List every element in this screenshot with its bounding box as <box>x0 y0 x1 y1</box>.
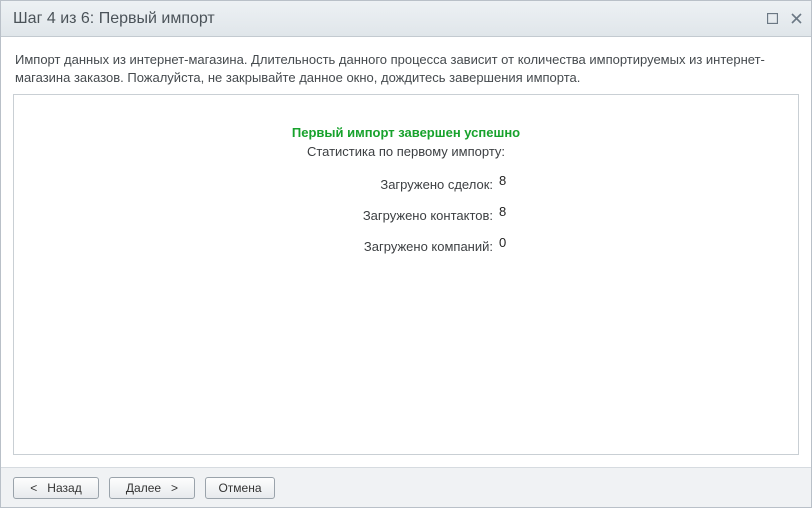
back-button[interactable]: < Назад <box>13 477 99 499</box>
stats-row-companies: Загружено компаний: 0 <box>273 239 539 254</box>
cancel-button[interactable]: Отмена <box>205 477 275 499</box>
content-panel: Первый импорт завершен успешно Статистик… <box>13 94 799 455</box>
stats-label-contacts: Загружено контактов: <box>273 208 493 223</box>
status-success: Первый импорт завершен успешно <box>292 125 520 140</box>
wizard-body: Импорт данных из интернет-магазина. Длит… <box>1 37 811 467</box>
description-text: Импорт данных из интернет-магазина. Длит… <box>13 49 799 94</box>
stats-value-companies: 0 <box>493 235 539 250</box>
stats-table: Загружено сделок: 8 Загружено контактов:… <box>273 169 539 270</box>
next-button[interactable]: Далее > <box>109 477 195 499</box>
close-icon[interactable] <box>789 12 803 26</box>
stats-value-deals: 8 <box>493 173 539 188</box>
maximize-icon[interactable] <box>765 12 779 26</box>
stats-value-contacts: 8 <box>493 204 539 219</box>
titlebar: Шаг 4 из 6: Первый импорт <box>1 1 811 37</box>
stats-row-deals: Загружено сделок: 8 <box>273 177 539 192</box>
button-bar: < Назад Далее > Отмена <box>1 467 811 507</box>
wizard-window: Шаг 4 из 6: Первый импорт Импорт данных … <box>0 0 812 508</box>
window-title: Шаг 4 из 6: Первый импорт <box>13 10 765 28</box>
stats-title: Статистика по первому импорту: <box>307 144 505 159</box>
stats-row-contacts: Загружено контактов: 8 <box>273 208 539 223</box>
stats-label-deals: Загружено сделок: <box>273 177 493 192</box>
window-controls <box>765 12 803 26</box>
stats-label-companies: Загружено компаний: <box>273 239 493 254</box>
